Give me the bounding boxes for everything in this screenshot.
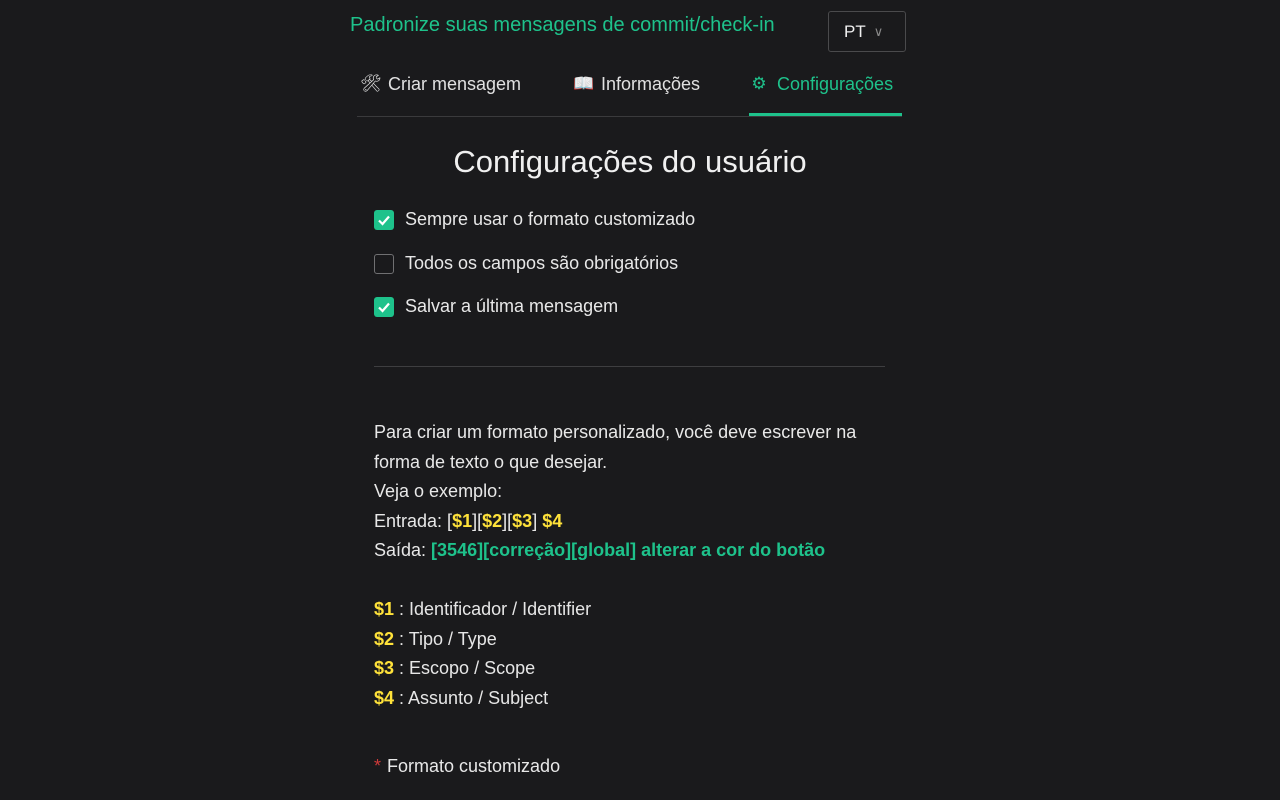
tab-bar: 🛠 Criar mensagem 📖 Informações ⚙ Configu… <box>357 68 902 117</box>
option-all-fields-required[interactable]: Todos os campos são obrigatórios <box>374 253 678 274</box>
book-icon: 📖 <box>573 74 595 93</box>
example-input-label: Entrada: <box>374 510 448 531</box>
tab-settings[interactable]: ⚙ Configurações <box>749 74 902 116</box>
legend-key: $4 <box>374 687 395 708</box>
tab-label: Informações <box>601 74 701 94</box>
custom-format-field-label: * Formato customizado <box>374 756 560 777</box>
option-always-custom-format[interactable]: Sempre usar o formato customizado <box>374 209 695 230</box>
placeholder-legend: $1 : Identificador / Identifier $2 : Tip… <box>374 595 591 713</box>
option-label: Sempre usar o formato customizado <box>405 209 696 229</box>
legend-text: : Tipo / Type <box>394 628 497 649</box>
help-text: Para criar um formato personalizado, voc… <box>374 422 857 472</box>
checkbox-unchecked[interactable] <box>374 253 394 274</box>
tab-label: Criar mensagem <box>388 74 522 94</box>
legend-item: $3 : Escopo / Scope <box>374 654 591 684</box>
legend-text: : Escopo / Scope <box>394 658 536 679</box>
gear-icon: ⚙ <box>751 74 767 93</box>
option-label: Salvar a última mensagem <box>405 296 619 316</box>
legend-key: $3 <box>374 658 395 679</box>
bracket: ][ <box>502 510 513 531</box>
required-asterisk: * <box>374 756 382 776</box>
custom-format-help: Para criar um formato personalizado, voc… <box>374 418 894 566</box>
language-select[interactable]: PT ∨ <box>828 11 906 52</box>
divider <box>374 366 885 367</box>
checkbox-checked[interactable] <box>374 209 394 230</box>
legend-item: $4 : Assunto / Subject <box>374 684 591 714</box>
app-title: Padronize suas mensagens de commit/check… <box>350 14 775 36</box>
tab-information[interactable]: 📖 Informações <box>573 74 700 116</box>
legend-key: $2 <box>374 628 395 649</box>
check-icon <box>378 302 390 313</box>
legend-item: $2 : Tipo / Type <box>374 625 591 655</box>
example-output-value: [3546][correção][global] alterar a cor d… <box>431 540 826 560</box>
option-save-last-message[interactable]: Salvar a última mensagem <box>374 296 618 317</box>
example-input: Entrada: [$1][$2][$3] $4 <box>374 507 894 537</box>
custom-format-label: Formato customizado <box>387 756 561 776</box>
checkbox-checked[interactable] <box>374 296 394 317</box>
example-output-label: Saída: <box>374 540 432 560</box>
placeholder-token: $1 <box>452 510 473 531</box>
tab-create-message[interactable]: 🛠 Criar mensagem <box>360 74 521 116</box>
check-icon <box>378 215 390 226</box>
placeholder-token: $4 <box>542 510 563 531</box>
option-label: Todos os campos são obrigatórios <box>405 253 679 273</box>
language-value: PT <box>844 21 866 41</box>
help-example-heading: Veja o exemplo: <box>374 481 503 501</box>
placeholder-token: $2 <box>482 510 503 531</box>
legend-text: : Identificador / Identifier <box>394 599 592 619</box>
chevron-down-icon: ∨ <box>873 23 884 39</box>
page-title: Configurações do usuário <box>453 144 807 179</box>
bracket: ] <box>532 510 543 531</box>
legend-item: $1 : Identificador / Identifier <box>374 595 591 625</box>
legend-key: $1 <box>374 599 395 619</box>
tools-icon: 🛠 <box>360 74 382 93</box>
tab-label: Configurações <box>777 74 894 94</box>
placeholder-token: $3 <box>512 510 533 531</box>
legend-text: : Assunto / Subject <box>394 687 549 708</box>
bracket: ][ <box>472 510 483 531</box>
example-output: Saída: [3546][correção][global] alterar … <box>374 536 894 566</box>
